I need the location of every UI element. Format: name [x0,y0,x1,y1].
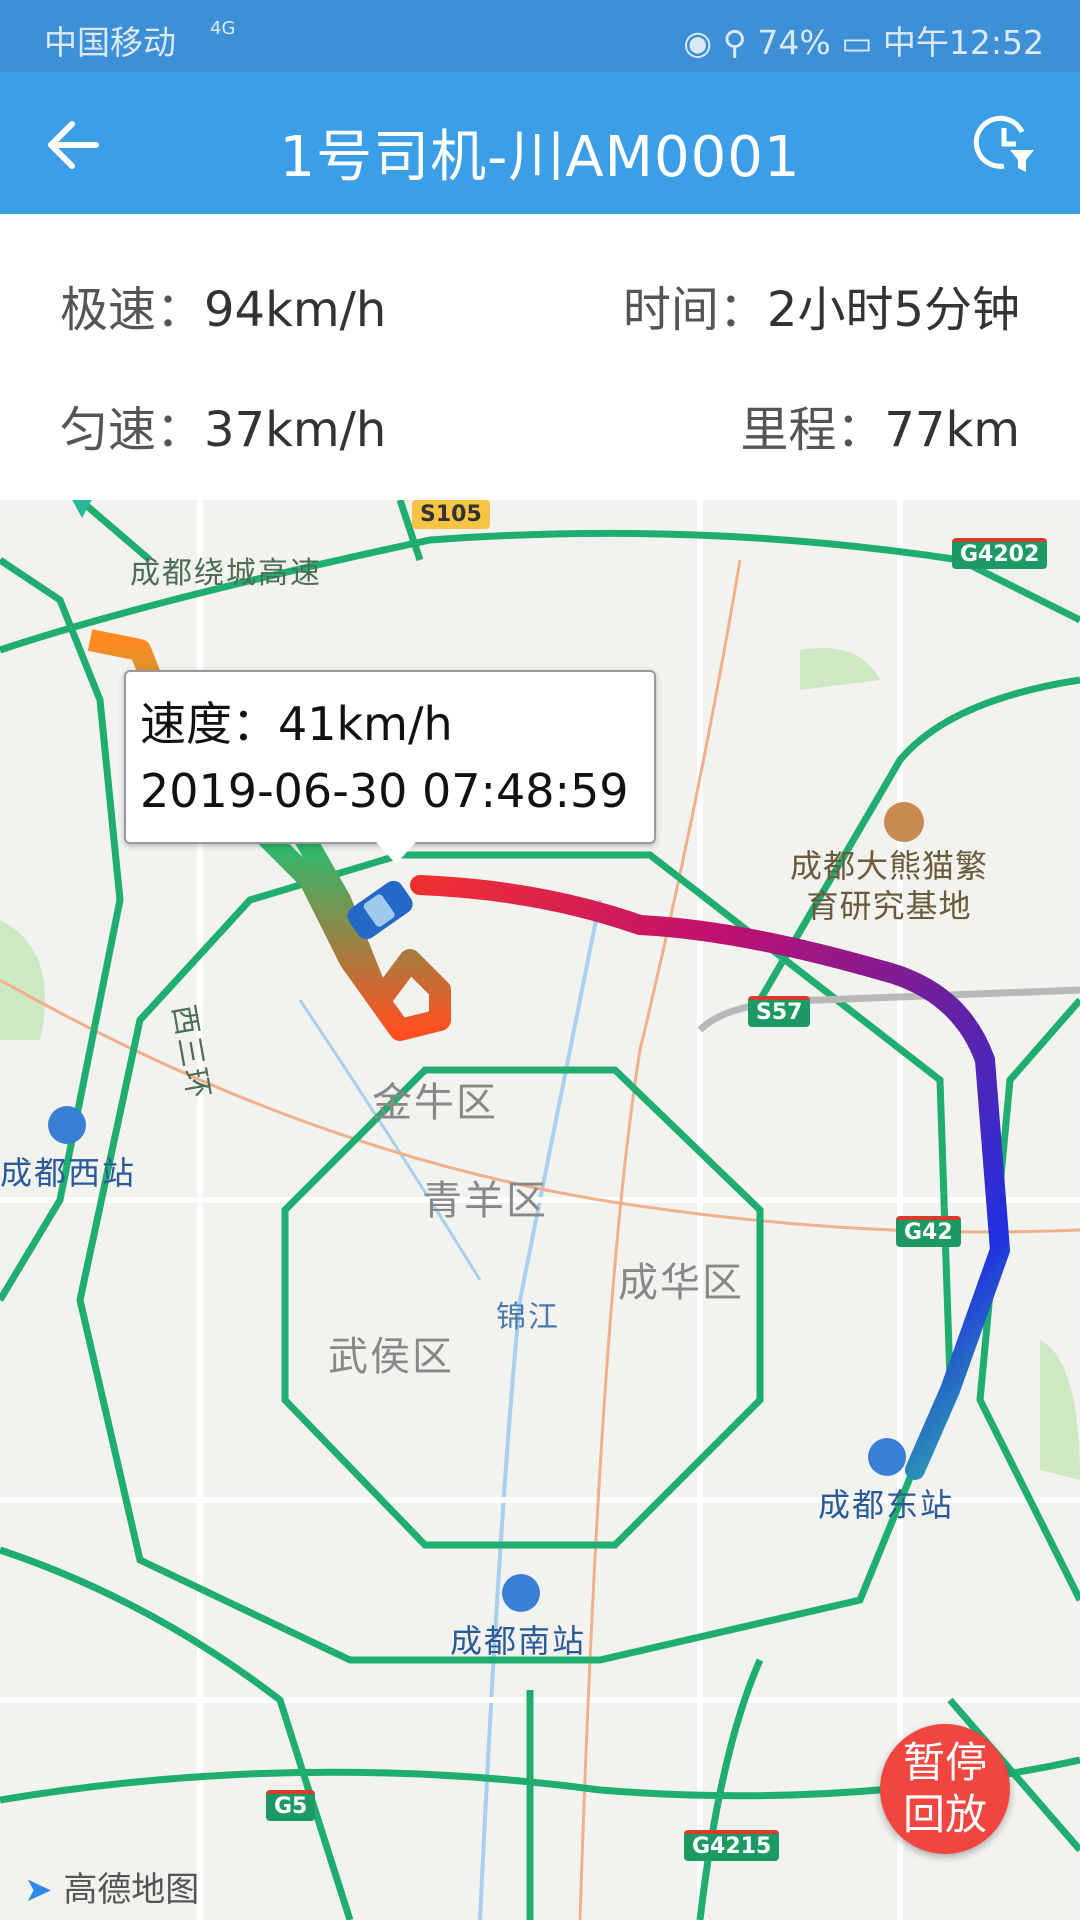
map-label-east-station: 成都东站 [818,1486,955,1524]
map-label-south-station: 成都南站 [450,1622,587,1660]
road-shield-g4215: G4215 [684,1830,780,1861]
train-station-icon [48,1106,86,1144]
amap-logo: ➤ 高德地图 [24,1862,199,1911]
page-title: 1号司机-川AM0001 [279,125,801,190]
tooltip-datetime: 2019-06-30 07:48:59 [140,764,629,818]
panda-base-line2: 育研究基地 [806,887,972,925]
map-label-jinniu: 金牛区 [372,1080,498,1126]
stat-avg-speed: 匀速：37km/h [60,390,386,460]
avg-speed-value: 37km/h [204,402,387,458]
battery-percent: 74% [757,23,831,62]
distance-value: 77km [884,402,1020,458]
duration-value: 2小时5分钟 [766,282,1020,338]
arrow-left-icon[interactable] [40,110,110,180]
app-bar: 1号司机-川AM0001 [0,72,1080,214]
train-station-icon [502,1574,540,1612]
map-label-wuhou: 武侯区 [328,1334,454,1380]
map-label-chenghua: 成华区 [618,1260,744,1306]
map-label-ring-expressway: 成都绕城高速 [130,556,322,591]
tooltip-arrow [376,842,416,864]
pause-label-2: 回放 [902,1790,987,1839]
trip-stats-panel: 极速：94km/h 时间：2小时5分钟 匀速：37km/h 里程：77km [0,214,1080,500]
tooltip-speed-label: 速度： [140,697,278,751]
stat-distance: 里程：77km [740,390,1020,460]
avg-speed-label: 匀速： [60,402,205,458]
road-shield-s57: S57 [748,996,811,1027]
road-shield-g42: G42 [896,1216,961,1247]
max-speed-value: 94km/h [204,282,387,338]
map-label-qingyang: 青羊区 [422,1178,548,1224]
network-label: 4G [210,18,236,39]
map-label-panda-base: 成都大熊猫繁 育研究基地 [790,846,988,926]
distance-label: 里程： [740,402,885,458]
panda-base-line1: 成都大熊猫繁 [790,847,989,885]
train-station-icon [868,1438,906,1476]
attribution-label: 高德地图 [63,1870,200,1910]
museum-icon [884,802,924,842]
status-right: ◉ ⚲ 74% ▭ 中午12:52 [683,16,1044,64]
carrier-label: 中国移动 [44,23,176,62]
map-label-west-station: 成都西站 [0,1154,137,1192]
battery-icon: ▭ [841,23,873,62]
road-shield-g5: G5 [266,1790,316,1821]
map-label-jinjiang: 锦江 [496,1300,560,1335]
stat-duration: 时间：2小时5分钟 [623,270,1020,340]
clock-time: 中午12:52 [882,23,1044,62]
pause-label-1: 暂停 [902,1738,987,1787]
eye-icon: ◉ ⚲ [683,23,747,62]
clock-filter-icon[interactable] [972,110,1036,174]
status-bar: 中国移动 4G ◉ ⚲ 74% ▭ 中午12:52 [0,0,1080,72]
tooltip-speed-value: 41km/h [278,697,453,751]
duration-label: 时间： [622,282,767,338]
pause-playback-button[interactable]: 暂停 回放 [880,1724,1010,1854]
stat-max-speed: 极速：94km/h [60,270,386,340]
road-shield-s105: S105 [412,500,490,529]
speed-tooltip: 速度：41km/h 2019-06-30 07:48:59 [124,670,656,864]
max-speed-label: 极速： [60,282,205,338]
tooltip-speed: 速度：41km/h [140,688,453,754]
road-shield-g4202: G4202 [952,538,1048,569]
amap-icon: ➤ [24,1870,53,1910]
